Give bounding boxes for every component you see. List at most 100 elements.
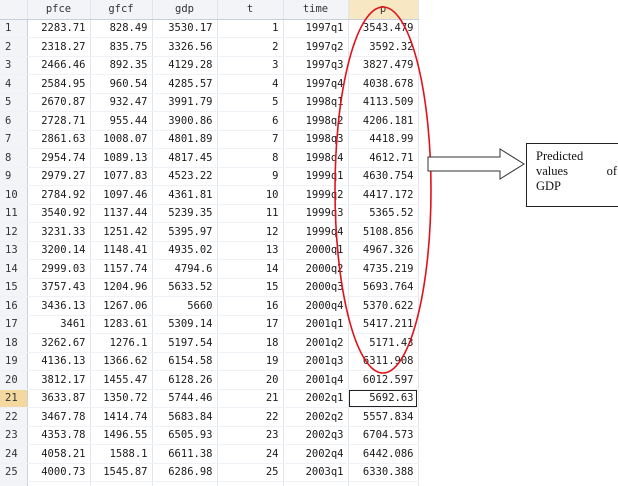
cell-gfcf[interactable]: 1545.87 <box>90 463 153 482</box>
row-number[interactable]: 25 <box>0 463 28 482</box>
table-row[interactable]: 12 3231.33 1251.42 5395.97 12 1999q4 5108.856 <box>0 222 419 242</box>
cell-gfcf[interactable]: 1077.83 <box>90 167 153 186</box>
cell-gfcf[interactable]: 1204.96 <box>90 278 153 297</box>
cell-p[interactable]: 5692.63 <box>348 389 419 408</box>
row-number[interactable]: 13 <box>0 241 28 260</box>
cell-p[interactable]: 3592.32 <box>348 37 419 57</box>
cell-gdp[interactable]: 3530.17 <box>152 19 218 38</box>
cell-pfce[interactable]: 3262.67 <box>27 333 91 353</box>
row-number[interactable]: 2 <box>0 37 28 57</box>
row-number[interactable]: 7 <box>0 130 28 149</box>
row-number[interactable]: 9 <box>0 167 28 186</box>
cell-gdp[interactable]: 6611.38 <box>152 444 218 464</box>
column-header-gdp[interactable]: gdp <box>152 0 218 20</box>
cell-pfce[interactable]: 2979.27 <box>27 167 91 186</box>
cell-p[interactable]: 4735.219 <box>348 259 419 279</box>
cell-t[interactable]: 16 <box>217 296 284 316</box>
row-number[interactable]: 16 <box>0 296 28 316</box>
row-number[interactable]: 14 <box>0 259 28 279</box>
cell-pfce[interactable]: 3855.89 <box>27 481 91 486</box>
cell-p[interactable]: 6442.086 <box>348 444 419 464</box>
cell-gfcf[interactable]: 932.47 <box>90 93 153 112</box>
cell-t[interactable]: 21 <box>217 389 284 408</box>
column-header-time[interactable]: time <box>283 0 349 20</box>
cell-pfce[interactable]: 4000.73 <box>27 463 91 482</box>
cell-gdp[interactable]: 5309.14 <box>152 315 218 334</box>
cell-p[interactable]: 4967.326 <box>348 241 419 260</box>
cell-p[interactable]: 6012.597 <box>348 370 419 390</box>
cell-pfce[interactable]: 4058.21 <box>27 444 91 464</box>
cell-time[interactable]: 1998q1 <box>283 93 349 112</box>
row-number[interactable]: 21 <box>0 389 28 408</box>
cell-t[interactable]: 22 <box>217 407 284 427</box>
table-row[interactable]: 5 2670.87 932.47 3991.79 5 1998q1 4113.509 <box>0 93 419 112</box>
cell-gfcf[interactable]: 1137.44 <box>90 204 153 223</box>
table-row[interactable]: 263855.891675.786365.37262003q26287.692 <box>0 481 419 486</box>
cell-t[interactable]: 18 <box>217 333 284 353</box>
row-number[interactable]: 5 <box>0 93 28 112</box>
row-number[interactable]: 20 <box>0 370 28 390</box>
cell-t[interactable]: 1 <box>217 19 284 38</box>
cell-p[interactable]: 4038.678 <box>348 74 419 94</box>
cell-pfce[interactable]: 2670.87 <box>27 93 91 112</box>
cell-t[interactable]: 10 <box>217 185 284 205</box>
cell-t[interactable]: 2 <box>217 37 284 57</box>
cell-pfce[interactable]: 2784.92 <box>27 185 91 205</box>
row-number[interactable]: 26 <box>0 481 28 486</box>
cell-pfce[interactable]: 2728.71 <box>27 111 91 131</box>
table-row[interactable]: 20 3812.17 1455.47 6128.26 20 2001q4 6012.597 <box>0 370 419 390</box>
cell-pfce[interactable]: 3436.13 <box>27 296 91 316</box>
cell-t[interactable]: 25 <box>217 463 284 482</box>
row-number[interactable]: 15 <box>0 278 28 297</box>
cell-p[interactable]: 4612.71 <box>348 148 419 168</box>
cell-gfcf[interactable]: 1251.42 <box>90 222 153 242</box>
cell-gfcf[interactable]: 828.49 <box>90 19 153 38</box>
cell-t[interactable]: 4 <box>217 74 284 94</box>
cell-time[interactable]: 1999q1 <box>283 167 349 186</box>
table-row[interactable]: 17 3461 1283.61 5309.14 17 2001q1 5417.211 <box>0 315 419 334</box>
cell-pfce[interactable]: 3467.78 <box>27 407 91 427</box>
cell-gfcf[interactable]: 1414.74 <box>90 407 153 427</box>
cell-pfce[interactable]: 2999.03 <box>27 259 91 279</box>
row-number[interactable]: 19 <box>0 352 28 371</box>
cell-time[interactable]: 1999q4 <box>283 222 349 242</box>
table-row[interactable]: 15 3757.43 1204.96 5633.52 15 2000q3 5693.764 <box>0 278 419 297</box>
table-row[interactable]: 4 2584.95 960.54 4285.57 4 1997q4 4038.678 <box>0 74 419 94</box>
cell-t[interactable]: 24 <box>217 444 284 464</box>
cell-t[interactable]: 17 <box>217 315 284 334</box>
cell-gdp[interactable]: 5660 <box>152 296 218 316</box>
cell-t[interactable]: 14 <box>217 259 284 279</box>
cell-gdp[interactable]: 4801.89 <box>152 130 218 149</box>
row-number[interactable]: 18 <box>0 333 28 353</box>
cell-p[interactable]: 4206.181 <box>348 111 419 131</box>
table-row[interactable]: 19 4136.13 1366.62 6154.58 19 2001q3 6311.908 <box>0 352 419 371</box>
cell-p[interactable]: 4418.99 <box>348 130 419 149</box>
cell-gdp[interactable]: 4935.02 <box>152 241 218 260</box>
row-number[interactable]: 4 <box>0 74 28 94</box>
cell-gfcf[interactable]: 1675.78 <box>90 481 153 486</box>
column-header-pfce[interactable]: pfce <box>27 0 91 20</box>
table-row[interactable]: 10 2784.92 1097.46 4361.81 10 1999q2 4417.172 <box>0 185 419 205</box>
cell-time[interactable]: 2001q4 <box>283 370 349 390</box>
cell-gdp[interactable]: 5395.97 <box>152 222 218 242</box>
column-header-p[interactable]: p <box>348 0 419 20</box>
cell-t[interactable]: 3 <box>217 56 284 75</box>
column-header-t[interactable]: t <box>217 0 284 20</box>
cell-gfcf[interactable]: 1276.1 <box>90 333 153 353</box>
cell-p[interactable]: 3827.479 <box>348 56 419 75</box>
cell-gdp[interactable]: 5239.35 <box>152 204 218 223</box>
cell-gfcf[interactable]: 1455.47 <box>90 370 153 390</box>
cell-p[interactable]: 4113.509 <box>348 93 419 112</box>
cell-time[interactable]: 2000q1 <box>283 241 349 260</box>
cell-time[interactable]: 1997q1 <box>283 19 349 38</box>
cell-pfce[interactable]: 3540.92 <box>27 204 91 223</box>
cell-p[interactable]: 5365.52 <box>348 204 419 223</box>
cell-time[interactable]: 1997q3 <box>283 56 349 75</box>
cell-pfce[interactable]: 4136.13 <box>27 352 91 371</box>
table-row[interactable]: 13 3200.14 1148.41 4935.02 13 2000q1 4967.326 <box>0 241 419 260</box>
cell-pfce[interactable]: 3757.43 <box>27 278 91 297</box>
cell-time[interactable]: 2001q3 <box>283 352 349 371</box>
cell-time[interactable]: 2003q2 <box>283 481 349 486</box>
table-row[interactable]: 24 4058.21 1588.1 6611.38 24 2002q4 6442.086 <box>0 444 419 464</box>
cell-p[interactable]: 6330.388 <box>348 463 419 482</box>
